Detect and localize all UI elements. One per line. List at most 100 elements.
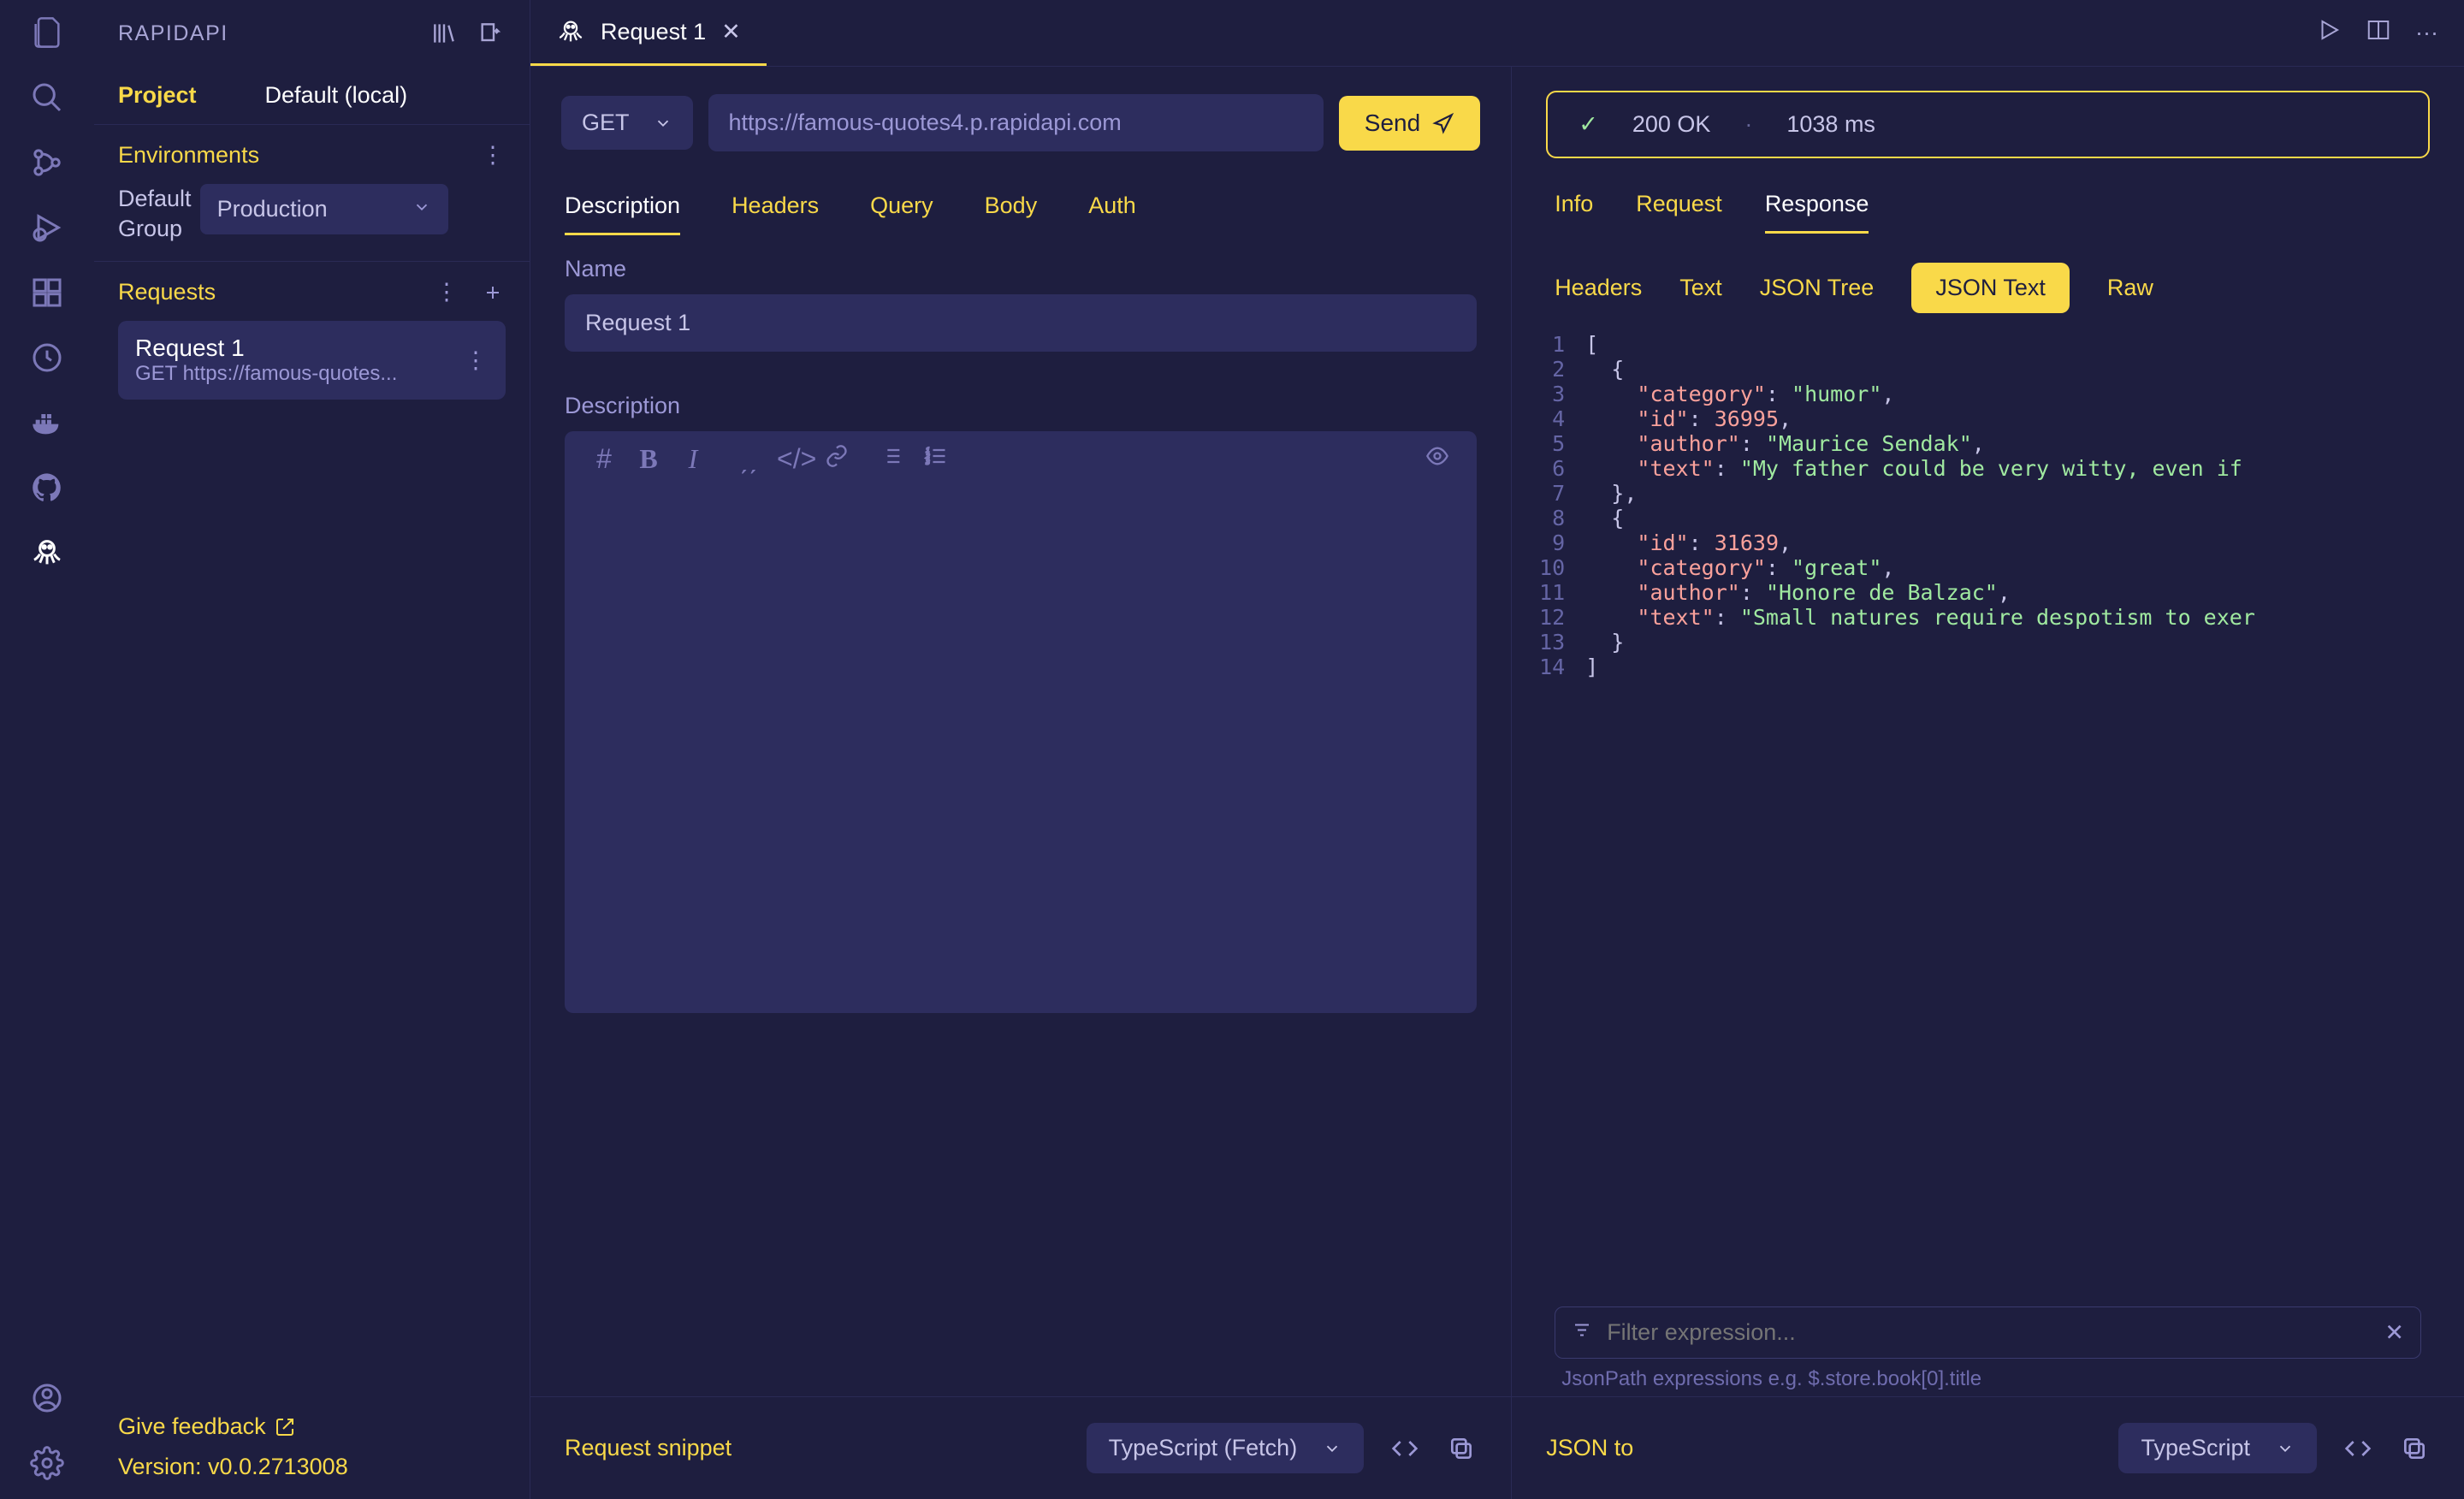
extensions-icon[interactable] xyxy=(28,274,66,311)
organize-icon[interactable] xyxy=(475,18,506,49)
ordered-list-icon[interactable]: 123 xyxy=(921,443,951,475)
json-line: 8 { xyxy=(1537,506,2464,530)
environment-select[interactable]: Production xyxy=(200,184,448,234)
code-view-icon[interactable] xyxy=(1389,1433,1420,1464)
editor-tab[interactable]: Request 1 ✕ xyxy=(530,0,767,66)
search-icon[interactable] xyxy=(28,79,66,116)
split-editor-icon[interactable] xyxy=(2366,17,2391,49)
json-line: 14] xyxy=(1537,655,2464,679)
json-line: 4 "id": 36995, xyxy=(1537,406,2464,431)
json-line: 3 "category": "humor", xyxy=(1537,382,2464,406)
request-item-subtitle: GET https://famous-quotes... xyxy=(135,362,397,386)
requests-label: Requests xyxy=(118,279,216,305)
response-nav-response[interactable]: Response xyxy=(1765,191,1869,234)
chevron-down-icon xyxy=(412,196,431,222)
check-icon: ✓ xyxy=(1578,111,1598,138)
time-text: 1038 ms xyxy=(1786,111,1875,138)
run-icon[interactable] xyxy=(2316,17,2342,49)
response-nav-request[interactable]: Request xyxy=(1636,191,1722,234)
copy-icon[interactable] xyxy=(1446,1433,1477,1464)
docker-icon[interactable] xyxy=(28,404,66,441)
response-subnav-headers[interactable]: Headers xyxy=(1555,263,1642,313)
snippet-lang-select[interactable]: TypeScript (Fetch) xyxy=(1087,1423,1365,1473)
preview-icon[interactable] xyxy=(1422,443,1453,475)
request-item-more-icon[interactable]: ⋮ xyxy=(463,347,489,373)
project-value[interactable]: Default (local) xyxy=(265,82,408,109)
chevron-down-icon xyxy=(654,114,672,133)
request-tab-query[interactable]: Query xyxy=(870,193,933,235)
json-line: 1[ xyxy=(1537,332,2464,357)
sidebar: RAPIDAPI Project Default (local) Environ… xyxy=(94,0,530,1499)
version-text: Version: v0.0.2713008 xyxy=(118,1454,506,1480)
history-icon[interactable] xyxy=(28,339,66,376)
code-view-icon[interactable] xyxy=(2343,1433,2373,1464)
chevron-down-icon xyxy=(2276,1439,2295,1458)
send-icon xyxy=(1432,112,1454,134)
code-icon[interactable]: </> xyxy=(777,443,808,475)
send-button[interactable]: Send xyxy=(1339,96,1480,151)
json-line: 10 "category": "great", xyxy=(1537,555,2464,580)
request-item[interactable]: Request 1 GET https://famous-quotes... ⋮ xyxy=(118,321,506,400)
chevron-down-icon xyxy=(1323,1439,1342,1458)
environment-selected: Production xyxy=(217,196,328,222)
jsonto-label: JSON to xyxy=(1546,1435,1633,1461)
clear-icon[interactable]: ✕ xyxy=(2384,1319,2404,1346)
json-line: 2 { xyxy=(1537,357,2464,382)
response-subnav-raw[interactable]: Raw xyxy=(2107,263,2153,313)
json-line: 9 "id": 31639, xyxy=(1537,530,2464,555)
request-tab-headers[interactable]: Headers xyxy=(732,193,819,235)
requests-more-icon[interactable]: ⋮ xyxy=(434,280,459,305)
request-tab-body[interactable]: Body xyxy=(985,193,1038,235)
library-icon[interactable] xyxy=(429,18,459,49)
project-label: Project xyxy=(118,82,197,109)
files-icon[interactable] xyxy=(28,14,66,51)
italic-icon[interactable]: I xyxy=(678,443,708,475)
close-tab-icon[interactable]: ✕ xyxy=(721,19,741,45)
svg-text:3: 3 xyxy=(925,458,929,465)
editor-tab-title: Request 1 xyxy=(601,19,706,45)
rapidapi-icon[interactable] xyxy=(28,534,66,572)
add-request-icon[interactable] xyxy=(480,280,506,305)
activity-bar xyxy=(0,0,94,1499)
request-tab-auth[interactable]: Auth xyxy=(1088,193,1136,235)
account-icon[interactable] xyxy=(28,1379,66,1417)
give-feedback-link[interactable]: Give feedback xyxy=(118,1413,506,1440)
json-line: 6 "text": "My father could be very witty… xyxy=(1537,456,2464,481)
response-nav-info[interactable]: Info xyxy=(1555,191,1593,234)
request-item-name: Request 1 xyxy=(135,335,397,362)
name-input[interactable] xyxy=(565,294,1477,352)
json-viewer[interactable]: 1[2 {3 "category": "humor",4 "id": 36995… xyxy=(1512,329,2464,1289)
debug-icon[interactable] xyxy=(28,209,66,246)
jsonto-lang-select[interactable]: TypeScript xyxy=(2118,1423,2317,1473)
bold-icon[interactable]: B xyxy=(633,443,664,475)
json-line: 11 "author": "Honore de Balzac", xyxy=(1537,580,2464,605)
separator-dot: · xyxy=(1744,111,1752,138)
description-editor[interactable]: # B I ˏˏ </> 123 xyxy=(565,431,1477,1013)
link-icon[interactable] xyxy=(821,443,852,475)
filter-input[interactable] xyxy=(1555,1306,2421,1359)
status-box: ✓ 200 OK · 1038 ms xyxy=(1546,91,2430,158)
settings-icon[interactable] xyxy=(28,1444,66,1482)
quote-icon[interactable]: ˏˏ xyxy=(732,443,763,475)
response-subnav-json-text[interactable]: JSON Text xyxy=(1911,263,2070,313)
json-line: 13 } xyxy=(1537,630,2464,655)
request-tab-description[interactable]: Description xyxy=(565,193,680,235)
url-input[interactable] xyxy=(708,94,1324,151)
heading-icon[interactable]: # xyxy=(589,443,619,475)
source-control-icon[interactable] xyxy=(28,144,66,181)
copy-icon[interactable] xyxy=(2399,1433,2430,1464)
environments-more-icon[interactable]: ⋮ xyxy=(480,143,506,169)
json-line: 5 "author": "Maurice Sendak", xyxy=(1537,431,2464,456)
list-icon[interactable] xyxy=(876,443,907,475)
more-icon[interactable]: ··· xyxy=(2415,20,2438,46)
external-link-icon xyxy=(275,1417,295,1437)
filter-hint: JsonPath expressions e.g. $.store.book[0… xyxy=(1555,1359,2421,1391)
method-select[interactable]: GET xyxy=(561,96,693,150)
github-icon[interactable] xyxy=(28,469,66,507)
environments-label: Environments xyxy=(118,142,259,169)
name-label: Name xyxy=(565,256,1477,282)
response-subnav-text[interactable]: Text xyxy=(1679,263,1722,313)
response-subnav-json-tree[interactable]: JSON Tree xyxy=(1760,263,1875,313)
status-text: 200 OK xyxy=(1632,111,1711,138)
json-line: 12 "text": "Small natures require despot… xyxy=(1537,605,2464,630)
